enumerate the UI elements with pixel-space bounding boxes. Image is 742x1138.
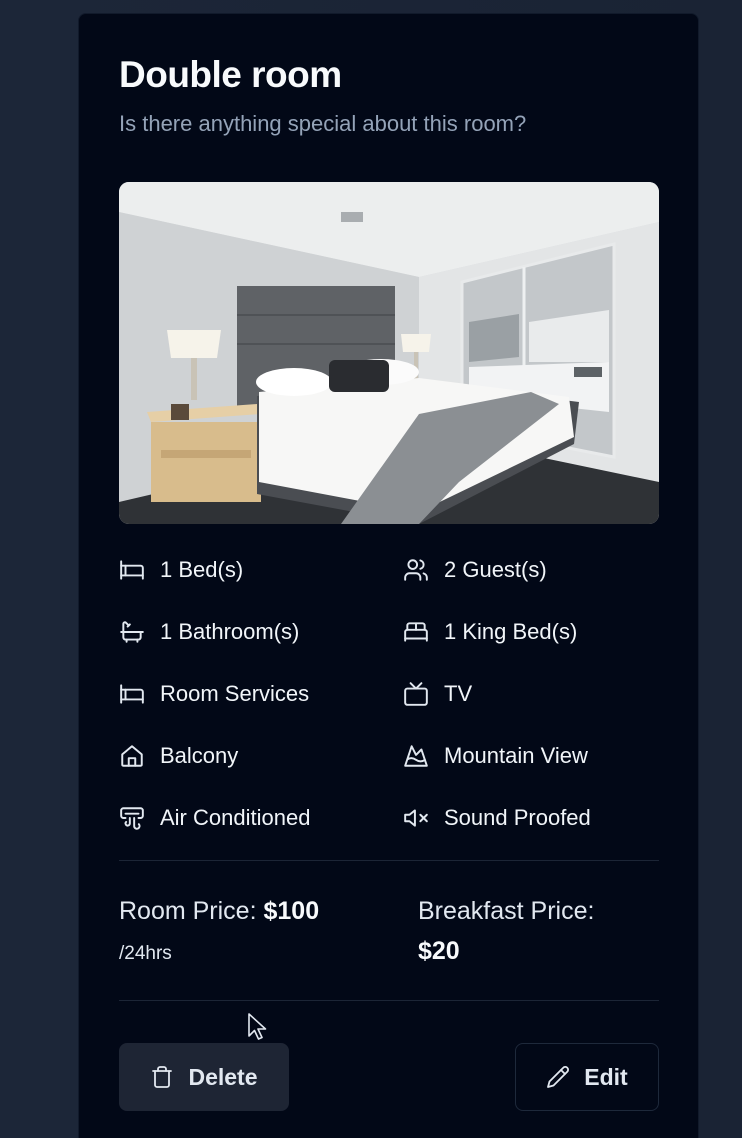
amenity-label: 1 King Bed(s): [444, 619, 578, 644]
bed-icon: [119, 681, 145, 707]
bath-icon: [119, 619, 145, 645]
trash-icon: [152, 1066, 173, 1088]
room-photo: [119, 182, 659, 524]
amenity-air-conditioned: Air Conditioned: [119, 798, 310, 838]
amenity-balcony: Balcony: [119, 736, 238, 776]
amenity-king-beds: 1 King Bed(s): [403, 612, 577, 652]
amenity-label: 1 Bed(s): [160, 557, 244, 582]
amenity-label: Air Conditioned: [160, 805, 311, 830]
delete-button[interactable]: Delete: [119, 1043, 289, 1111]
amenity-sound-proofed: Sound Proofed: [403, 798, 591, 838]
room-subtitle: Is there anything special about this roo…: [119, 111, 527, 136]
mouse-cursor-icon: [248, 1013, 267, 1040]
breakfast-price-label: Breakfast Price:: [418, 897, 595, 925]
pencil-icon: [547, 1066, 570, 1088]
air-vent-icon: [119, 805, 145, 831]
breakfast-price: Breakfast Price: $20: [418, 891, 594, 971]
room-price-value: $100: [263, 897, 320, 925]
mountain-icon: [403, 743, 429, 769]
amenity-label: Sound Proofed: [444, 805, 591, 830]
amenity-bathrooms: 1 Bathroom(s): [119, 612, 299, 652]
edit-button-label: Edit: [584, 1063, 628, 1090]
amenity-room-services: Room Services: [119, 674, 309, 714]
amenity-guests: 2 Guest(s): [403, 550, 547, 590]
amenity-label: 2 Guest(s): [444, 557, 547, 582]
bed-icon: [119, 557, 145, 583]
amenity-label: 1 Bathroom(s): [160, 619, 300, 644]
home-icon: [119, 743, 145, 769]
divider-bottom: [119, 1000, 659, 1001]
room-price-label: Room Price:: [119, 897, 257, 925]
room-price: Room Price: $100 /24hrs: [119, 891, 319, 974]
bed-double-icon: [403, 619, 429, 645]
divider-top: [119, 860, 659, 861]
volume-mute-icon: [403, 805, 429, 831]
amenity-mountain-view: Mountain View: [403, 736, 588, 776]
delete-button-label: Delete: [188, 1063, 258, 1090]
room-card: Double room Is there anything special ab…: [78, 13, 699, 1138]
room-title: Double room: [119, 54, 342, 95]
amenity-label: Room Services: [160, 681, 310, 706]
tv-icon: [403, 681, 429, 707]
breakfast-price-value: $20: [418, 937, 460, 965]
amenity-label: TV: [444, 681, 473, 706]
edit-button[interactable]: Edit: [515, 1043, 659, 1111]
amenity-tv: TV: [403, 674, 472, 714]
page: Double room Is there anything special ab…: [0, 0, 742, 1138]
room-price-unit: /24hrs: [119, 943, 172, 964]
amenity-beds: 1 Bed(s): [119, 550, 243, 590]
amenity-label: Balcony: [160, 743, 239, 768]
amenity-label: Mountain View: [444, 743, 588, 768]
users-icon: [403, 557, 429, 583]
